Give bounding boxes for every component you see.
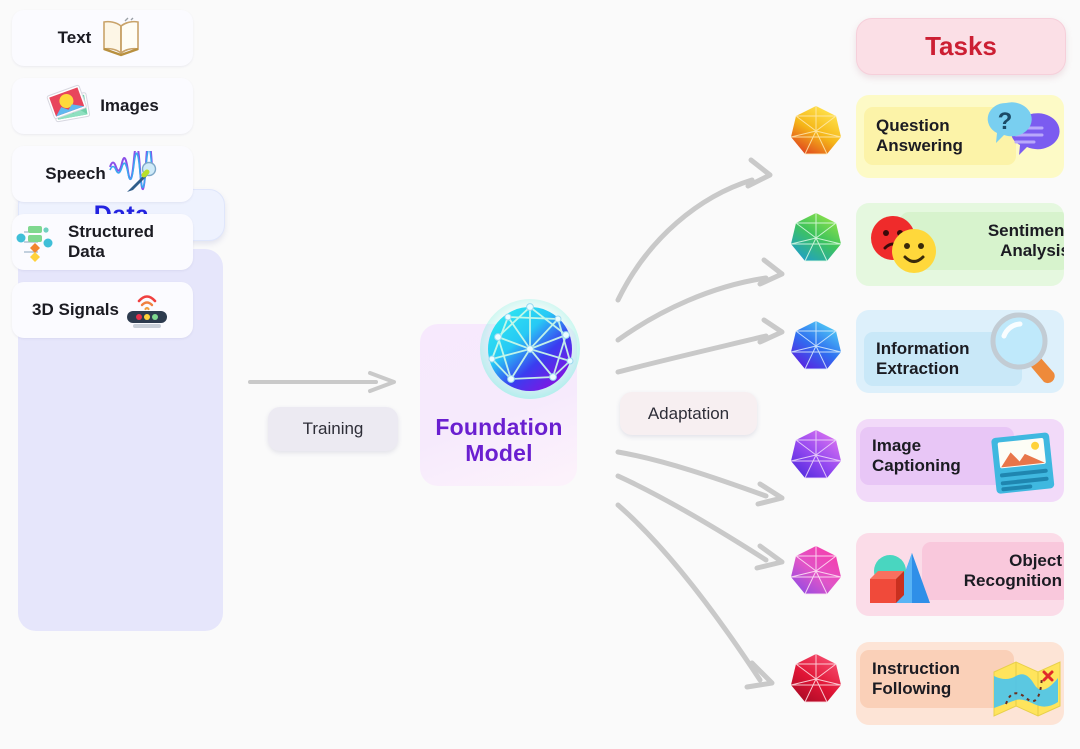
task-label: Information Extraction — [876, 338, 970, 378]
tasks-header-label: Tasks — [925, 31, 997, 61]
task-label-highlight: Object Recognition — [922, 542, 1064, 600]
task-card-instruction-following[interactable]: Instruction Following — [856, 642, 1064, 725]
cube-cone-sphere-icon — [862, 545, 942, 616]
task-card-image-captioning[interactable]: Image Captioning — [856, 419, 1064, 502]
folded-map-icon — [992, 658, 1062, 725]
task-card-sentiment-analysis[interactable]: Sentiment Analysis — [856, 203, 1064, 286]
task-polyhedron-4 — [790, 545, 842, 597]
task-card-object-recognition[interactable]: Object Recognition — [856, 533, 1064, 616]
task-label: Instruction Following — [872, 658, 960, 698]
task-polyhedron-3 — [790, 429, 842, 481]
task-label-highlight: Instruction Following — [860, 650, 1014, 708]
task-label: Image Captioning — [872, 435, 961, 475]
speech-bubbles-question-icon: ? — [984, 101, 1062, 178]
sad-happy-faces-icon — [866, 213, 940, 282]
task-card-question-answering[interactable]: Question Answering ? — [856, 95, 1064, 178]
magnifying-glass-icon — [986, 310, 1064, 393]
tasks-header: Tasks — [856, 18, 1066, 75]
task-label: Question Answering — [876, 115, 963, 155]
task-label: Object Recognition — [963, 550, 1062, 590]
picture-with-caption-icon — [988, 431, 1060, 502]
svg-text:?: ? — [998, 108, 1013, 135]
task-polyhedron-5 — [790, 653, 842, 705]
task-polyhedron-0 — [790, 105, 842, 157]
task-card-information-extraction[interactable]: Information Extraction — [856, 310, 1064, 393]
task-polyhedron-1 — [790, 212, 842, 264]
task-polyhedron-2 — [790, 320, 842, 372]
diagram-canvas: Data Text — [0, 0, 1080, 749]
